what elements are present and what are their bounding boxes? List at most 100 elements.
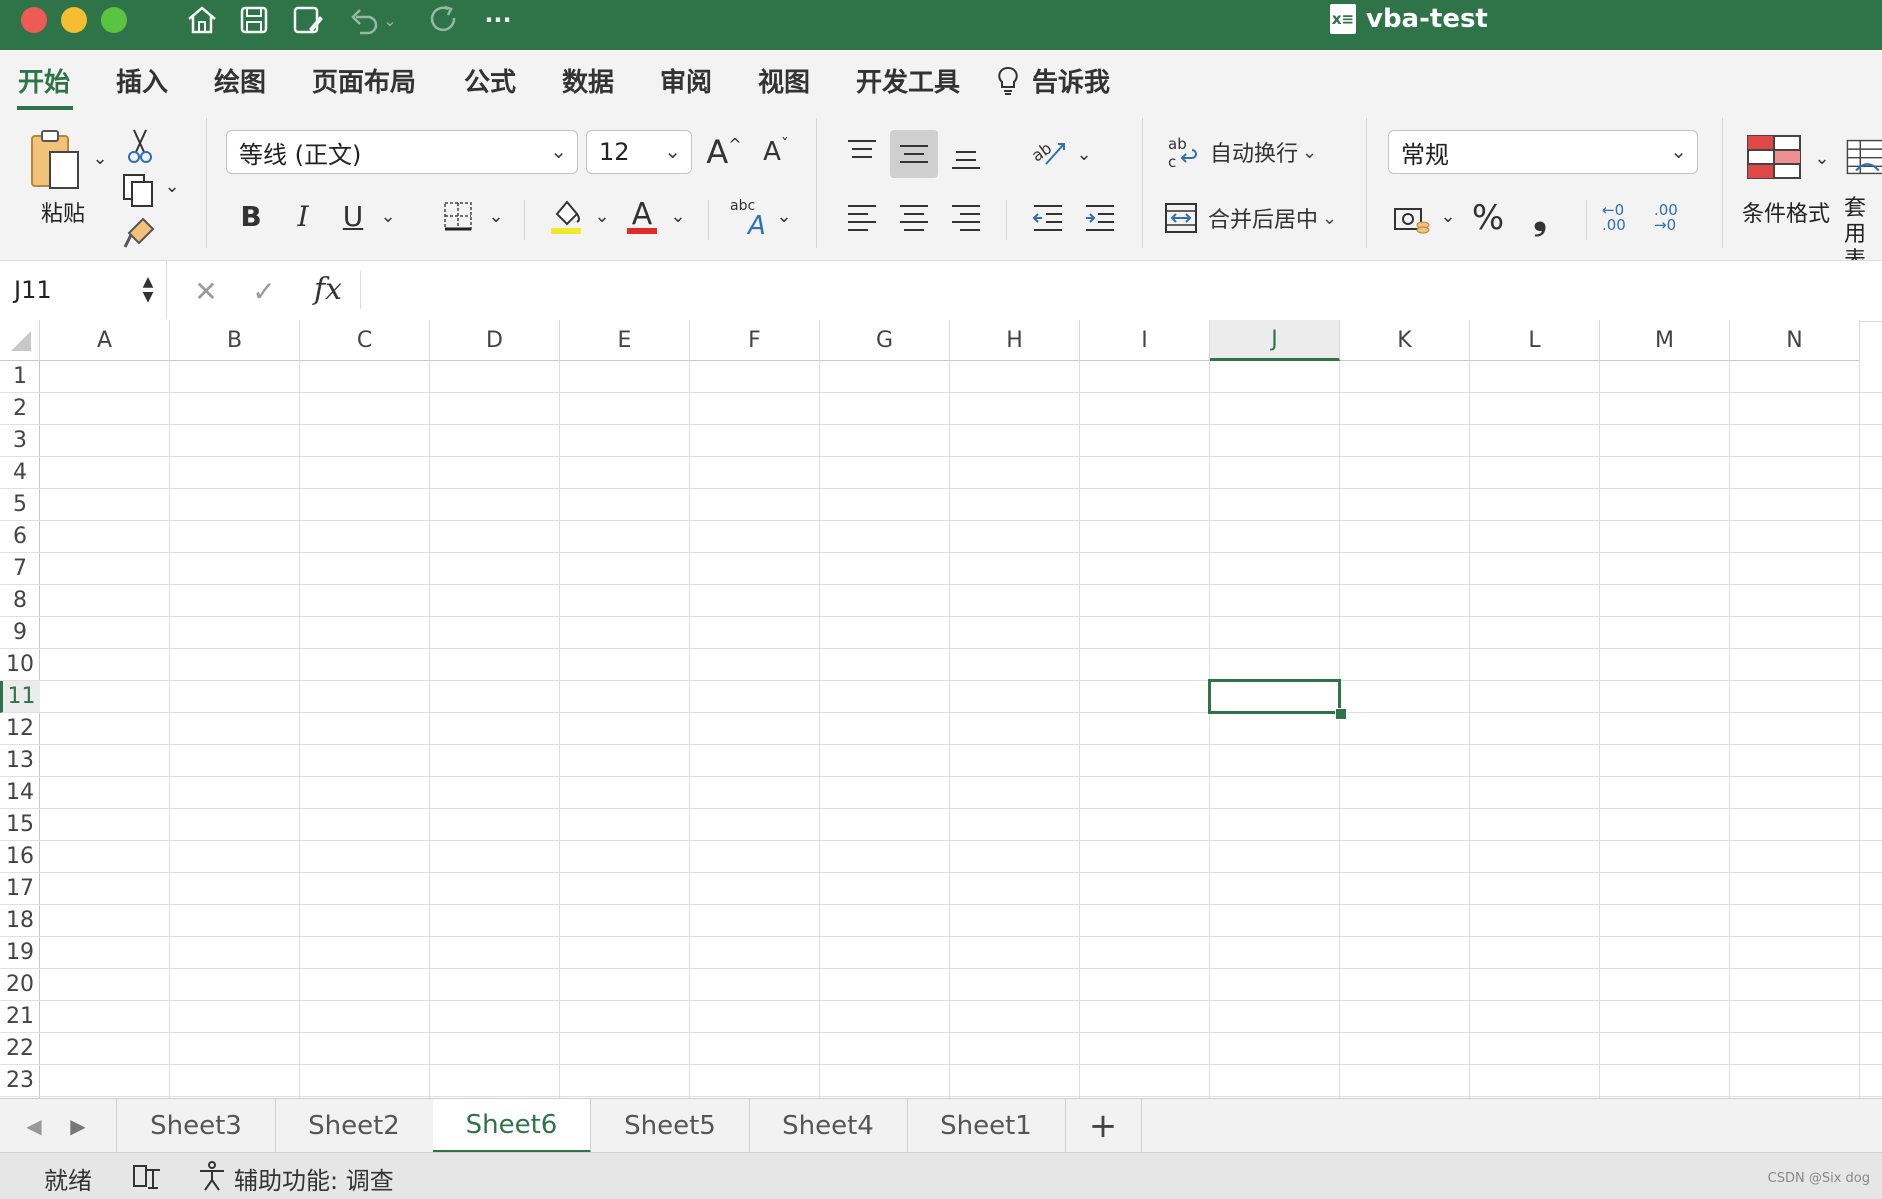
row-header-5[interactable]: 5: [0, 489, 40, 521]
row-header-3[interactable]: 3: [0, 425, 40, 457]
cut-icon[interactable]: [124, 126, 156, 166]
name-box[interactable]: J11: [14, 271, 154, 309]
copy-icon[interactable]: [120, 170, 156, 210]
tell-me[interactable]: 告诉我: [996, 62, 1110, 99]
save-icon[interactable]: [232, 0, 276, 40]
column-header-b[interactable]: B: [170, 320, 300, 361]
formula-input[interactable]: [372, 271, 1862, 309]
row-header-6[interactable]: 6: [0, 521, 40, 553]
phonetic-dropdown-chevron-icon[interactable]: ⌄: [774, 204, 794, 228]
percent-style-button[interactable]: %: [1468, 196, 1508, 240]
phonetic-guide-icon[interactable]: abc A: [728, 194, 772, 238]
row-header-8[interactable]: 8: [0, 585, 40, 617]
row-header-19[interactable]: 19: [0, 937, 40, 969]
column-header-m[interactable]: M: [1600, 320, 1730, 361]
undo-dropdown-chevron-icon[interactable]: ⌄: [380, 0, 400, 40]
row-header-2[interactable]: 2: [0, 393, 40, 425]
conditional-formatting-chevron-icon[interactable]: ⌄: [1812, 146, 1832, 170]
sheet-tab-sheet6[interactable]: Sheet6: [433, 1099, 591, 1153]
tab-review[interactable]: 审阅: [660, 62, 712, 99]
fill-color-dropdown-chevron-icon[interactable]: ⌄: [592, 204, 612, 228]
tab-insert[interactable]: 插入: [116, 62, 168, 99]
row-header-17[interactable]: 17: [0, 873, 40, 905]
more-commands-icon[interactable]: ···: [476, 0, 520, 40]
borders-icon[interactable]: [440, 196, 476, 236]
row-header-4[interactable]: 4: [0, 457, 40, 489]
font-color-icon[interactable]: A: [624, 194, 660, 238]
row-header-23[interactable]: 23: [0, 1065, 40, 1097]
column-header-f[interactable]: F: [690, 320, 820, 361]
sheet-tab-sheet1[interactable]: Sheet1: [907, 1099, 1066, 1153]
decrease-decimal-button[interactable]: .00 →0: [1654, 196, 1698, 240]
row-header-7[interactable]: 7: [0, 553, 40, 585]
copy-dropdown-chevron-icon[interactable]: ⌄: [162, 174, 182, 198]
column-header-j[interactable]: J: [1210, 320, 1340, 361]
decrease-font-size-icon[interactable]: Aˇ: [756, 130, 796, 174]
redo-icon[interactable]: [422, 0, 466, 40]
italic-button[interactable]: I: [288, 196, 318, 236]
column-header-e[interactable]: E: [560, 320, 690, 361]
row-header-1[interactable]: 1: [0, 361, 40, 393]
close-window-button[interactable]: [21, 7, 47, 33]
save-as-icon[interactable]: [286, 0, 330, 40]
macro-recording-icon[interactable]: [130, 1159, 166, 1193]
align-bottom-icon[interactable]: [944, 134, 988, 178]
increase-indent-icon[interactable]: [1078, 196, 1122, 240]
tab-view[interactable]: 视图: [758, 62, 810, 99]
underline-button[interactable]: U: [338, 196, 368, 236]
tab-formulas[interactable]: 公式: [464, 62, 516, 99]
sheet-tab-sheet3[interactable]: Sheet3: [117, 1099, 276, 1153]
row-header-12[interactable]: 12: [0, 713, 40, 745]
row-header-10[interactable]: 10: [0, 649, 40, 681]
row-header-20[interactable]: 20: [0, 969, 40, 1001]
fill-handle[interactable]: [1335, 708, 1347, 720]
add-sheet-button[interactable]: +: [1065, 1099, 1142, 1153]
column-header-h[interactable]: H: [950, 320, 1080, 361]
merge-center-button[interactable]: 合并后居中 ⌄: [1164, 196, 1384, 240]
borders-dropdown-chevron-icon[interactable]: ⌄: [486, 204, 506, 228]
cancel-formula-button[interactable]: ✕: [188, 271, 224, 311]
align-right-icon[interactable]: [944, 196, 988, 240]
sheet-tab-sheet2[interactable]: Sheet2: [275, 1099, 434, 1153]
row-header-11[interactable]: 11: [0, 681, 40, 713]
name-box-stepper-icon[interactable]: ▲ ▼: [138, 267, 158, 313]
conditional-formatting-icon[interactable]: [1744, 132, 1804, 182]
row-header-13[interactable]: 13: [0, 745, 40, 777]
selected-cell-J11[interactable]: [1208, 679, 1341, 714]
zoom-window-button[interactable]: [101, 7, 127, 33]
row-header-21[interactable]: 21: [0, 1001, 40, 1033]
comma-style-button[interactable]: ❟: [1522, 196, 1558, 240]
column-header-g[interactable]: G: [820, 320, 950, 361]
sheet-tab-sheet5[interactable]: Sheet5: [591, 1099, 750, 1153]
row-header-18[interactable]: 18: [0, 905, 40, 937]
decrease-indent-icon[interactable]: [1026, 196, 1070, 240]
select-all-button[interactable]: [0, 320, 40, 361]
accounting-format-icon[interactable]: [1392, 200, 1432, 240]
wrap-text-button[interactable]: ab c 自动换行 ⌄: [1166, 130, 1366, 174]
tab-developer[interactable]: 开发工具: [856, 62, 960, 99]
row-header-14[interactable]: 14: [0, 777, 40, 809]
align-top-icon[interactable]: [840, 130, 884, 174]
minimize-window-button[interactable]: [61, 7, 87, 33]
align-left-icon[interactable]: [840, 196, 884, 240]
tab-page-layout[interactable]: 页面布局: [312, 62, 416, 99]
text-orientation-dropdown-chevron-icon[interactable]: ⌄: [1074, 142, 1094, 166]
paste-icon[interactable]: [26, 126, 86, 196]
column-header-k[interactable]: K: [1340, 320, 1470, 361]
font-size-dropdown[interactable]: 12 ⌄: [586, 130, 692, 174]
font-name-dropdown[interactable]: 等线 (正文) ⌄: [226, 130, 578, 174]
accounting-dropdown-chevron-icon[interactable]: ⌄: [1438, 204, 1458, 228]
column-header-i[interactable]: I: [1080, 320, 1210, 361]
insert-function-button[interactable]: fx: [306, 269, 350, 309]
align-middle-icon[interactable]: [890, 130, 938, 178]
accessibility-status[interactable]: 辅助功能: 调查: [234, 1161, 394, 1196]
format-as-table-icon[interactable]: [1846, 132, 1882, 182]
next-sheet-arrow-icon[interactable]: ▶: [64, 1111, 92, 1141]
font-color-dropdown-chevron-icon[interactable]: ⌄: [668, 204, 688, 228]
fill-color-icon[interactable]: [548, 194, 584, 238]
tab-draw[interactable]: 绘图: [214, 62, 266, 99]
format-painter-icon[interactable]: [122, 214, 158, 250]
align-center-icon[interactable]: [892, 196, 936, 240]
accessibility-icon[interactable]: [196, 1159, 228, 1193]
tab-data[interactable]: 数据: [562, 62, 614, 99]
